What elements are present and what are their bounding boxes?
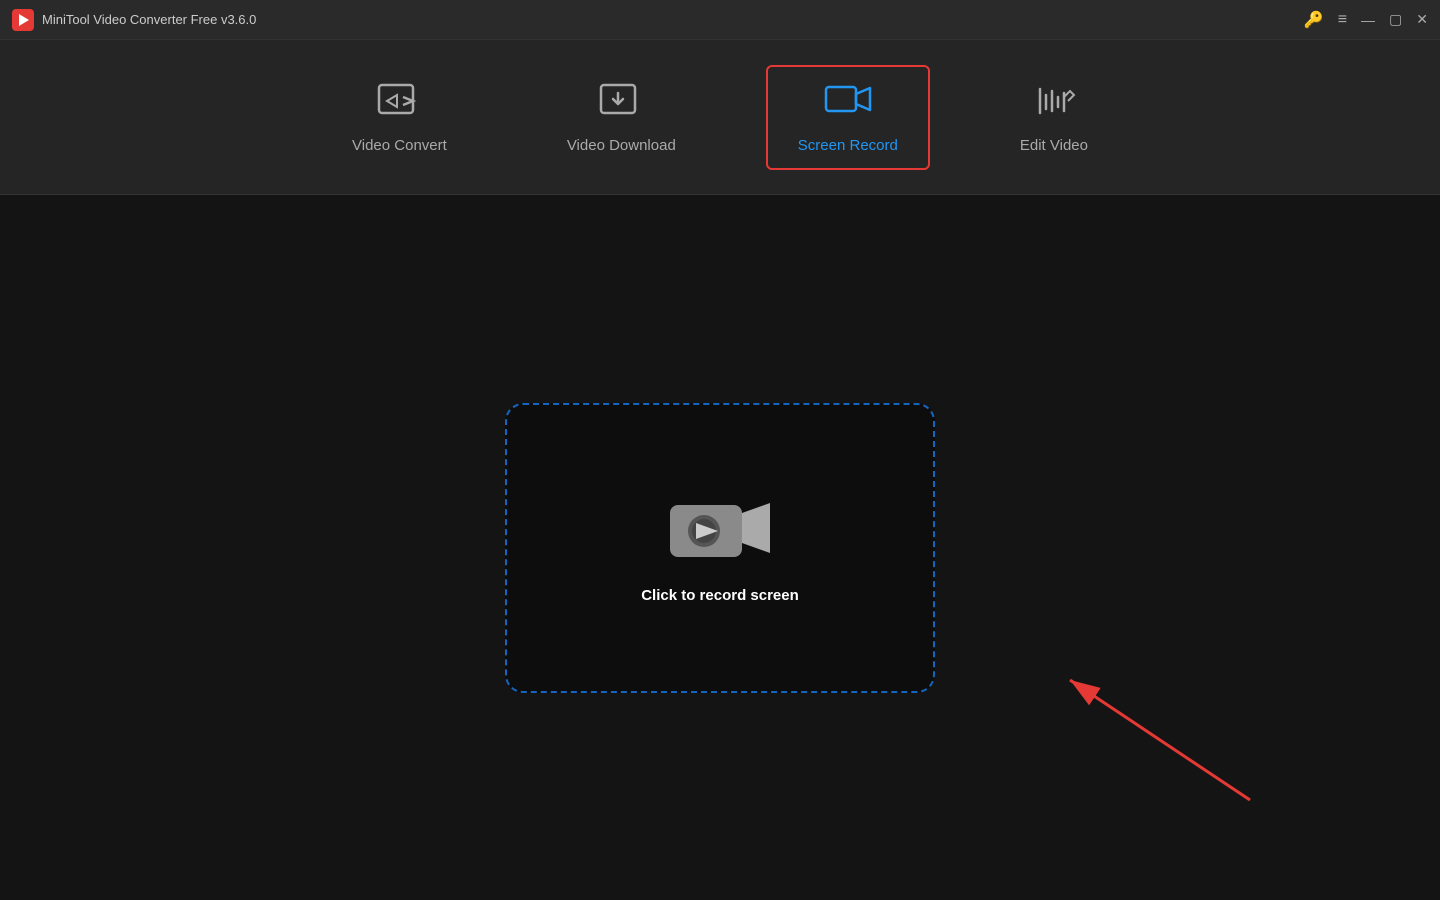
maximize-button[interactable]: ▢	[1389, 11, 1402, 28]
titlebar-left: MiniTool Video Converter Free v3.6.0	[12, 9, 256, 31]
tab-edit-video-label: Edit Video	[1020, 137, 1088, 154]
tab-video-convert-label: Video Convert	[352, 137, 447, 154]
tab-video-convert[interactable]: Video Convert	[322, 67, 477, 168]
navbar: Video Convert Video Download Screen Reco…	[0, 40, 1440, 195]
tab-screen-record[interactable]: Screen Record	[766, 65, 930, 170]
video-download-icon	[599, 81, 643, 127]
camera-icon	[670, 491, 770, 563]
titlebar-controls: 🔑 ≡ — ▢ ✕	[1304, 10, 1428, 30]
tab-screen-record-label: Screen Record	[798, 137, 898, 154]
record-area[interactable]: Click to record screen	[505, 403, 935, 693]
close-button[interactable]: ✕	[1416, 11, 1428, 28]
video-convert-icon	[377, 81, 421, 127]
key-icon[interactable]: 🔑	[1304, 10, 1324, 30]
screen-record-icon	[824, 81, 872, 127]
titlebar: MiniTool Video Converter Free v3.6.0 🔑 ≡…	[0, 0, 1440, 40]
main-content: Click to record screen	[0, 195, 1440, 900]
tab-edit-video[interactable]: Edit Video	[990, 67, 1118, 168]
arrow-annotation	[1010, 620, 1290, 820]
menu-icon[interactable]: ≡	[1338, 11, 1347, 29]
minimize-button[interactable]: —	[1361, 12, 1375, 28]
record-label: Click to record screen	[641, 587, 799, 604]
app-title: MiniTool Video Converter Free v3.6.0	[42, 12, 256, 27]
tab-video-download-label: Video Download	[567, 137, 676, 154]
app-logo	[12, 9, 34, 31]
edit-video-icon	[1032, 81, 1076, 127]
tab-video-download[interactable]: Video Download	[537, 67, 706, 168]
